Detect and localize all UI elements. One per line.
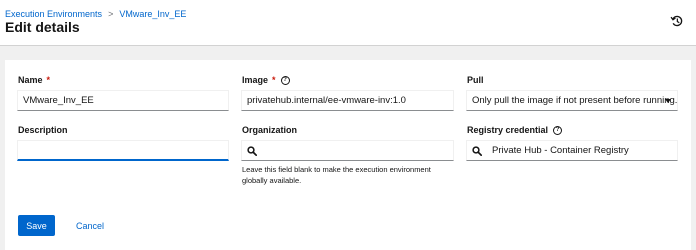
required-marker: * (272, 75, 276, 85)
breadcrumb-execution-environments[interactable]: Execution Environments (5, 9, 102, 19)
image-field[interactable]: privatehub.internal/ee-vmware-inv:1.0 (241, 90, 454, 111)
registry-credential-value: Private Hub - Container Registry (492, 145, 629, 156)
cancel-button[interactable]: Cancel (71, 215, 109, 236)
description-label: Description (18, 125, 68, 135)
caret-down-icon (665, 99, 671, 103)
name-field[interactable]: VMware_Inv_EE (17, 90, 229, 111)
search-icon[interactable] (247, 145, 258, 156)
page-header: Execution Environments > VMware_Inv_EE E… (0, 0, 696, 46)
breadcrumb-separator: > (108, 9, 114, 19)
organization-helper-text: Leave this field blank to make the execu… (242, 165, 431, 185)
save-button[interactable]: Save (18, 215, 55, 236)
name-label: Name * (18, 75, 51, 85)
help-icon[interactable]: ? (280, 75, 290, 85)
organization-lookup[interactable] (241, 140, 454, 161)
breadcrumb-vmware-inv-ee[interactable]: VMware_Inv_EE (119, 9, 186, 19)
history-icon[interactable] (670, 14, 684, 28)
image-value: privatehub.internal/ee-vmware-inv:1.0 (247, 95, 406, 106)
pull-select[interactable]: Only pull the image if not present befor… (466, 90, 678, 111)
help-icon[interactable]: ? (553, 125, 563, 135)
page-title: Edit details (5, 19, 80, 35)
breadcrumb: Execution Environments > VMware_Inv_EE (5, 9, 186, 19)
pull-label: Pull (467, 75, 484, 85)
name-value: VMware_Inv_EE (23, 95, 94, 106)
search-icon[interactable] (472, 145, 483, 156)
organization-label: Organization (242, 125, 298, 135)
description-field[interactable] (17, 140, 229, 161)
registry-credential-lookup[interactable]: Private Hub - Container Registry (466, 140, 678, 161)
pull-selected-value: Only pull the image if not present befor… (472, 95, 678, 106)
registry-credential-label: Registry credential ? (467, 125, 563, 135)
required-marker: * (46, 75, 51, 85)
image-label: Image * ? (242, 75, 290, 85)
form-card: Name * Image * ? Pull VMware_Inv_EE privat… (5, 60, 691, 250)
